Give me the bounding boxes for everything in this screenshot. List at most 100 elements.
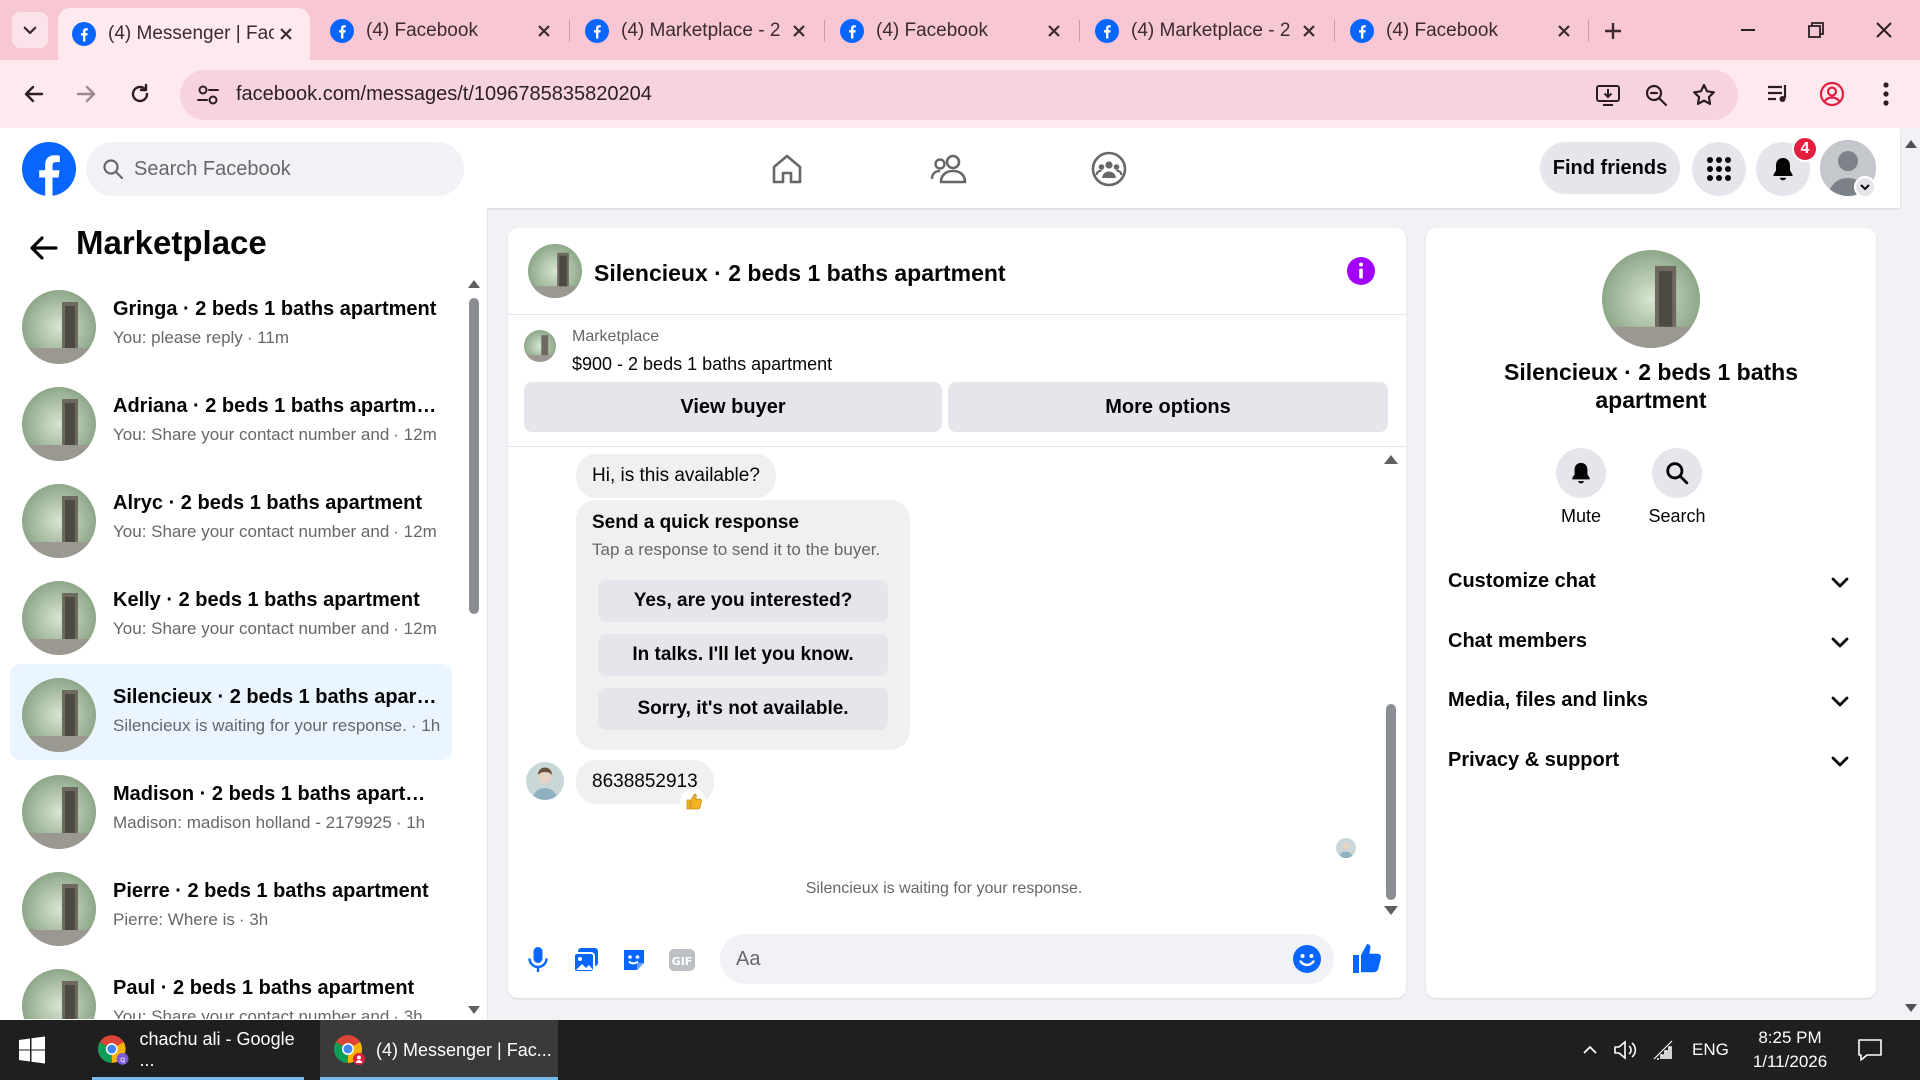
- profile-account-icon[interactable]: [1816, 78, 1848, 110]
- browser-tab-3[interactable]: (4) Facebook: [826, 8, 1078, 54]
- quick-response-option[interactable]: In talks. I'll let you know.: [598, 634, 888, 676]
- chat-scrollbar-thumb[interactable]: [1386, 704, 1396, 900]
- install-app-icon[interactable]: [1594, 81, 1622, 109]
- menu-button[interactable]: [1692, 142, 1746, 196]
- back-button[interactable]: [14, 74, 54, 114]
- notification-center-button[interactable]: [1856, 1036, 1884, 1064]
- conversation-item[interactable]: Adriana · 2 beds 1 baths apartment You: …: [10, 373, 452, 469]
- conversation-item[interactable]: Pierre · 2 beds 1 baths apartment Pierre…: [10, 858, 452, 954]
- listing-price-title[interactable]: $900 - 2 beds 1 baths apartment: [572, 354, 832, 375]
- quick-response-option[interactable]: Sorry, it's not available.: [598, 688, 888, 730]
- account-chevron[interactable]: [1854, 176, 1876, 198]
- chat-scroll-down-arrow[interactable]: [1383, 904, 1399, 918]
- thumbs-up-send-icon[interactable]: [1350, 940, 1386, 976]
- tab-close-icon[interactable]: [532, 19, 556, 43]
- search-icon: [1666, 462, 1689, 485]
- list-scroll-down-arrow[interactable]: [467, 1004, 481, 1016]
- view-buyer-button[interactable]: View buyer: [524, 382, 942, 432]
- back-arrow-icon[interactable]: [26, 230, 62, 266]
- url-text[interactable]: facebook.com/messages/t/1096785835820204: [236, 83, 652, 106]
- windows-start-icon[interactable]: [18, 1036, 46, 1064]
- tab-close-icon[interactable]: [787, 19, 811, 43]
- facebook-logo-icon[interactable]: [22, 142, 76, 196]
- gif-button[interactable]: GIF: [666, 944, 698, 976]
- browser-menu-icon[interactable]: [1870, 78, 1902, 110]
- search-in-chat-button[interactable]: Search: [1632, 448, 1722, 527]
- zoom-icon[interactable]: [1642, 81, 1670, 109]
- find-friends-button[interactable]: Find friends: [1540, 142, 1680, 194]
- message-composer[interactable]: [720, 934, 1334, 984]
- address-bar[interactable]: facebook.com/messages/t/1096785835820204: [180, 70, 1738, 120]
- tab-close-icon[interactable]: [1042, 19, 1066, 43]
- restore-button[interactable]: [1794, 12, 1838, 48]
- message-bubble[interactable]: Hi, is this available?: [576, 454, 776, 498]
- attach-photo-button[interactable]: [570, 944, 602, 976]
- show-hidden-icons-button[interactable]: [1576, 1036, 1604, 1064]
- taskbar-item-chrome-1[interactable]: q chachu ali - Google ...: [84, 1020, 312, 1080]
- volume-button[interactable]: [1612, 1036, 1640, 1064]
- browser-tab-1[interactable]: (4) Facebook: [316, 8, 568, 54]
- conversation-item[interactable]: Gringa · 2 beds 1 baths apartment You: p…: [10, 276, 452, 372]
- mute-button[interactable]: Mute: [1536, 448, 1626, 527]
- details-avatar[interactable]: [1602, 250, 1700, 348]
- media-control-icon[interactable]: [1762, 78, 1794, 110]
- reload-button[interactable]: [120, 74, 160, 114]
- browser-tab-2[interactable]: (4) Marketplace - 2 beds: [571, 8, 823, 54]
- bookmark-star-icon[interactable]: [1690, 81, 1718, 109]
- info-icon[interactable]: [1346, 256, 1376, 286]
- conversation-time: · 3h: [393, 1007, 423, 1019]
- system-clock[interactable]: 8:25 PM 1/11/2026: [1740, 1026, 1840, 1074]
- privacy-support-row[interactable]: Privacy & support: [1438, 733, 1864, 789]
- chat-avatar[interactable]: [528, 244, 582, 298]
- marketplace-label: Marketplace: [572, 328, 660, 345]
- conversation-item[interactable]: Kelly · 2 beds 1 baths apartment You: Sh…: [10, 567, 452, 663]
- site-settings-icon[interactable]: [194, 81, 222, 109]
- network-button[interactable]: [1650, 1036, 1678, 1064]
- conversation-item[interactable]: Madison · 2 beds 1 baths apartment Madis…: [10, 761, 452, 857]
- chat-title[interactable]: Silencieux · 2 beds 1 baths apartment: [594, 260, 1006, 287]
- thumbs-up-reaction-icon[interactable]: [680, 788, 706, 814]
- nav-groups[interactable]: [1084, 144, 1134, 194]
- list-scrollbar-thumb[interactable]: [469, 298, 479, 614]
- conversation-item-selected[interactable]: Silencieux · 2 beds 1 baths apartment Si…: [10, 664, 452, 760]
- chat-members-row[interactable]: Chat members: [1438, 614, 1864, 670]
- clock-date: 1/11/2026: [1752, 1052, 1828, 1071]
- conversation-snippet: Madison: madison holland - 2179925: [113, 813, 392, 832]
- browser-tab-5[interactable]: (4) Facebook: [1336, 8, 1588, 54]
- nav-friends[interactable]: [924, 144, 974, 194]
- message-input[interactable]: [736, 934, 1276, 984]
- conversation-item[interactable]: Alryc · 2 beds 1 baths apartment You: Sh…: [10, 470, 452, 566]
- page-scroll-up-arrow[interactable]: [1904, 138, 1918, 150]
- browser-tab-0[interactable]: (4) Messenger | Facebook: [58, 8, 310, 60]
- new-tab-button[interactable]: [1598, 16, 1628, 46]
- page-scroll-down-arrow[interactable]: [1904, 1002, 1918, 1014]
- customize-chat-row[interactable]: Customize chat: [1438, 554, 1864, 610]
- more-options-button[interactable]: More options: [948, 382, 1388, 432]
- conversation-item[interactable]: Paul · 2 beds 1 baths apartment You: Sha…: [10, 955, 452, 1019]
- tab-close-icon[interactable]: [1552, 19, 1576, 43]
- language-indicator[interactable]: ENG: [1692, 1040, 1729, 1060]
- voice-clip-button[interactable]: [522, 944, 554, 976]
- nav-home[interactable]: [762, 144, 812, 194]
- forward-button[interactable]: [66, 74, 106, 114]
- tab-close-icon[interactable]: [1297, 19, 1321, 43]
- tab-close-icon[interactable]: [274, 22, 298, 46]
- browser-tab-4[interactable]: (4) Marketplace - 2 beds: [1081, 8, 1333, 54]
- conversation-time: · 1h: [410, 716, 441, 735]
- facebook-search[interactable]: [86, 142, 464, 196]
- tab-search-button[interactable]: [12, 12, 48, 48]
- search-input[interactable]: [134, 142, 444, 196]
- minimize-button[interactable]: [1726, 12, 1770, 48]
- sticker-button[interactable]: [618, 944, 650, 976]
- taskbar-item-chrome-2[interactable]: (4) Messenger | Fac...: [320, 1020, 558, 1080]
- close-window-button[interactable]: [1862, 12, 1906, 48]
- microphone-icon: [528, 947, 548, 972]
- facebook-icon: [330, 19, 354, 43]
- media-files-links-row[interactable]: Media, files and links: [1438, 673, 1864, 729]
- chevron-down-icon: [23, 26, 37, 35]
- emoji-icon[interactable]: [1292, 944, 1322, 974]
- quick-response-option[interactable]: Yes, are you interested?: [598, 580, 888, 622]
- chat-scroll-up-arrow[interactable]: [1383, 452, 1399, 466]
- buyer-avatar[interactable]: [526, 762, 564, 800]
- list-scroll-up-arrow[interactable]: [467, 278, 481, 290]
